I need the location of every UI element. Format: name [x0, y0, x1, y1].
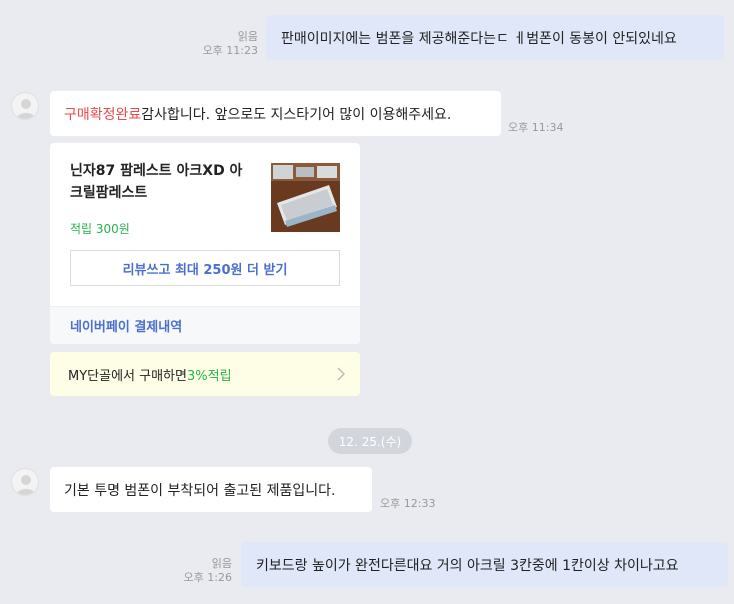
message-time: 오후 11:34	[508, 121, 564, 134]
product-title[interactable]: 닌자87 팜레스트 아크XD 아크릴팜레스트	[70, 160, 250, 204]
avatar[interactable]	[11, 468, 39, 496]
outgoing-message: 판매이미지에는 범폰을 제공해준다는ㄷ ㅔ범폰이 동봉이 안되있네요	[266, 15, 724, 60]
message-text: 기본 투명 범폰이 부착되어 출고된 제품입니다.	[64, 482, 336, 499]
read-status: 읽음 오후 11:23	[190, 30, 258, 58]
keyboard-image-icon	[271, 163, 340, 232]
chevron-right-icon	[336, 366, 346, 386]
incoming-message: 구매확정완료 감사합니다. 앞으로도 지스타기어 많이 이용해주세요.	[50, 91, 501, 136]
outgoing-message: 키보드랑 높이가 완전다른대요 거의 아크릴 3칸중에 1칸이상 차이나고요	[241, 542, 728, 587]
payment-history-label: 네이버페이 결제내역	[70, 320, 183, 335]
date-divider: 12. 25.(수)	[328, 428, 412, 454]
promo-text: MY단골에서 구매하면	[68, 368, 187, 384]
payment-history-link[interactable]: 네이버페이 결제내역	[50, 307, 360, 344]
avatar[interactable]	[11, 92, 39, 120]
promo-highlight: 3%적립	[186, 368, 232, 384]
read-label: 읽음	[237, 30, 258, 43]
message-text: 판매이미지에는 범폰을 제공해준다는ㄷ ㅔ범폰이 동봉이 안되있네요	[281, 30, 677, 47]
points-label: 적립 300원	[70, 222, 130, 236]
read-status: 읽음 오후 1:26	[166, 557, 232, 585]
message-text: 키보드랑 높이가 완전다른대요 거의 아크릴 3칸중에 1칸이상 차이나고요	[256, 557, 679, 574]
promo-banner[interactable]: MY단골에서 구매하면 3%적립	[50, 352, 360, 396]
message-time: 오후 1:26	[183, 571, 232, 584]
message-time: 오후 11:23	[202, 44, 258, 57]
message-text: 감사합니다. 앞으로도 지스타기어 많이 이용해주세요.	[141, 106, 452, 123]
review-button[interactable]: 리뷰쓰고 최대 250원 더 받기	[70, 250, 340, 286]
product-card: 닌자87 팜레스트 아크XD 아크릴팜레스트 적립 300원 리뷰쓰고 최대 2…	[50, 143, 360, 344]
user-icon	[16, 99, 36, 119]
message-time: 오후 12:33	[380, 497, 436, 510]
user-icon	[16, 475, 36, 495]
incoming-message: 기본 투명 범폰이 부착되어 출고된 제품입니다.	[50, 467, 372, 512]
read-label: 읽음	[211, 557, 232, 570]
product-image[interactable]	[271, 163, 340, 232]
confirm-highlight: 구매확정완료	[64, 106, 142, 123]
